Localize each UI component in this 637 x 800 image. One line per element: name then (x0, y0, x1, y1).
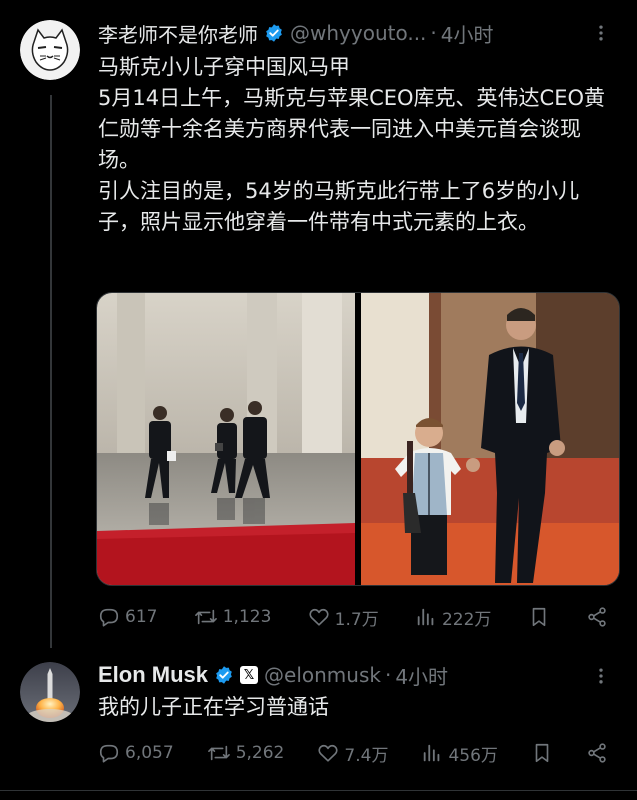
repost-arrows-icon (194, 609, 217, 625)
tweet-header: Elon Musk 𝕏 @elonmusk · 4小时 (98, 660, 448, 690)
thread-connector (50, 95, 52, 648)
share-icon (588, 743, 606, 763)
tweet-divider (0, 790, 637, 791)
tweet-text-line: 引人注目的是，54岁的马斯克此行带上了6岁的小儿子，照片显示他穿着一件带有中式元… (98, 179, 580, 234)
share-icon (588, 607, 606, 627)
verified-badge-icon (216, 666, 232, 684)
bar-chart-icon (417, 608, 434, 626)
action-bar: 6,057 5,262 7.4万 456万 (98, 738, 608, 768)
separator-dot: · (384, 663, 392, 687)
reply-button[interactable]: 6,057 (98, 742, 174, 764)
handle[interactable]: @elonmusk (264, 663, 381, 687)
share-button[interactable] (586, 606, 608, 628)
photo-musk-son[interactable] (361, 293, 619, 585)
bookmark-icon (532, 607, 546, 627)
bookmark-button[interactable] (531, 742, 553, 764)
repost-button[interactable]: 5,262 (207, 742, 285, 764)
bar-chart-icon (424, 744, 440, 762)
reply-button[interactable]: 617 (98, 606, 157, 628)
views-button[interactable]: 456万 (421, 741, 498, 766)
avatar[interactable] (20, 662, 80, 722)
reply-bubble-icon (99, 608, 119, 627)
handle[interactable]: @whyyouto... (290, 21, 426, 45)
tweet-text-line: 马斯克小儿子穿中国风马甲 (98, 55, 350, 79)
display-name[interactable]: Elon Musk (98, 662, 208, 688)
like-button[interactable]: 7.4万 (317, 741, 388, 766)
view-count: 456万 (448, 745, 498, 766)
heart-icon (318, 744, 338, 762)
tweet-text: 我的儿子正在学习普通话 (98, 692, 620, 723)
verified-badge-icon (266, 24, 282, 42)
heart-icon (309, 608, 329, 626)
repost-count: 1,123 (222, 607, 272, 627)
share-button[interactable] (586, 742, 608, 764)
x-affiliate-badge-icon[interactable]: 𝕏 (240, 666, 259, 684)
action-bar: 617 1,123 1.7万 222万 (98, 602, 608, 632)
view-count: 222万 (441, 609, 492, 630)
timeline: 李老师不是你老师 @whyyouto... · 4小时 马斯克小儿子穿中国风马甲… (0, 0, 637, 800)
more-dots-icon[interactable] (587, 19, 615, 47)
like-button[interactable]: 1.7万 (308, 605, 379, 630)
like-count: 1.7万 (334, 609, 379, 630)
repost-button[interactable]: 1,123 (194, 606, 272, 628)
tweet-header: 李老师不是你老师 @whyyouto... · 4小时 (98, 18, 494, 48)
like-count: 7.4万 (344, 745, 389, 766)
views-button[interactable]: 222万 (415, 605, 491, 630)
separator-dot: · (430, 21, 437, 45)
display-name[interactable]: 李老师不是你老师 (98, 19, 258, 48)
timestamp[interactable]: 4小时 (395, 661, 448, 690)
repost-arrows-icon (207, 745, 230, 761)
bookmark-icon (535, 743, 549, 763)
tweet-text-line: 我的儿子正在学习普通话 (98, 695, 329, 719)
reply-bubble-icon (99, 744, 119, 763)
reply-count: 617 (125, 607, 158, 627)
repost-count: 5,262 (235, 743, 285, 763)
tweet-text-line: 5月14日上午，马斯克与苹果CEO库克、英伟达CEO黄仁勋等十余名美方商界代表一… (98, 86, 606, 172)
avatar[interactable] (20, 20, 80, 80)
bookmark-button[interactable] (528, 606, 550, 628)
more-dots-icon[interactable] (587, 662, 615, 690)
reply-count: 6,057 (125, 743, 174, 763)
photo-hall[interactable] (97, 293, 355, 585)
tweet-text: 马斯克小儿子穿中国风马甲 5月14日上午，马斯克与苹果CEO库克、英伟达CEO黄… (98, 52, 620, 238)
timestamp[interactable]: 4小时 (441, 19, 494, 48)
media-grid[interactable] (96, 292, 620, 586)
